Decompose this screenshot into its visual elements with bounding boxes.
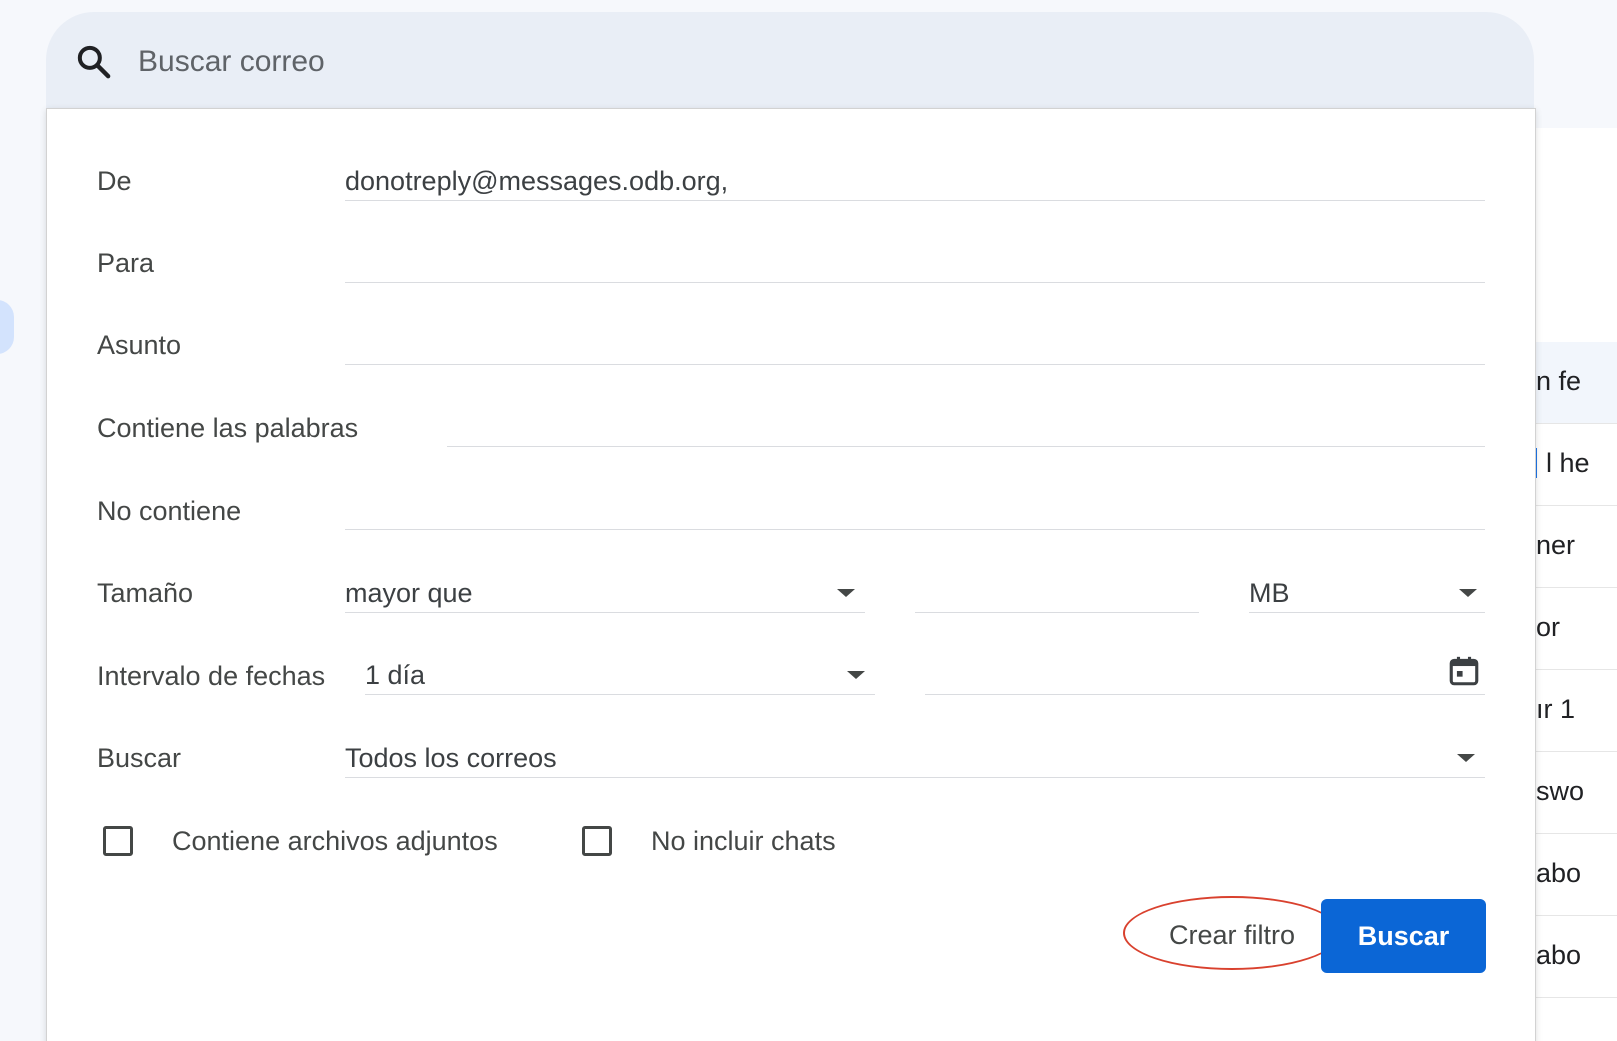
date-within-select[interactable]: 1 día — [365, 655, 875, 695]
list-item-text: l he — [1546, 448, 1590, 478]
size-unit-value[interactable]: MB — [1249, 575, 1290, 611]
list-item: abo — [1534, 916, 1617, 998]
search-placeholder[interactable]: Buscar correo — [138, 40, 325, 84]
chevron-down-icon[interactable] — [1457, 754, 1475, 762]
subject-label: Asunto — [97, 330, 182, 360]
subject-field[interactable] — [345, 325, 1485, 365]
list-item-text: ır 1 — [1536, 694, 1576, 724]
doesnt-have-field[interactable] — [345, 490, 1485, 530]
list-item: abo — [1534, 834, 1617, 916]
nav-active-pill — [0, 300, 14, 354]
list-item-text: abo — [1536, 940, 1582, 970]
create-filter-button[interactable]: Crear filtro — [1123, 896, 1341, 970]
list-item-text: swo — [1536, 776, 1585, 806]
to-field[interactable] — [345, 243, 1485, 283]
size-amount-field[interactable] — [915, 573, 1199, 613]
list-item: or — [1534, 588, 1617, 670]
list-item: l he — [1534, 424, 1617, 506]
list-item: ner — [1534, 506, 1617, 588]
search-in-label: Buscar — [97, 743, 182, 773]
chevron-down-icon[interactable] — [847, 671, 865, 679]
search-bar[interactable]: Buscar correo — [46, 12, 1534, 110]
has-words-label: Contiene las palabras — [97, 413, 359, 443]
date-field[interactable] — [925, 655, 1485, 695]
advanced-search-panel: De donotreply@messages.odb.org, Para Asu… — [46, 108, 1536, 1041]
exclude-chats-checkbox[interactable] — [582, 826, 612, 856]
list-item: swo — [1534, 752, 1617, 834]
size-label: Tamaño — [97, 578, 194, 608]
size-operator-value[interactable]: mayor que — [345, 575, 473, 611]
search-in-value[interactable]: Todos los correos — [345, 740, 557, 776]
chevron-down-icon[interactable] — [837, 589, 855, 597]
to-label: Para — [97, 248, 155, 278]
exclude-chats-label[interactable]: No incluir chats — [651, 823, 836, 859]
list-item-text: ner — [1536, 530, 1576, 560]
list-item-text: n fe — [1536, 366, 1582, 396]
list-item: ır 1 — [1534, 670, 1617, 752]
doesnt-have-label: No contiene — [97, 496, 242, 526]
from-value[interactable]: donotreply@messages.odb.org, — [345, 163, 728, 199]
search-button[interactable]: Buscar — [1321, 899, 1486, 973]
list-item-text: or — [1536, 612, 1561, 642]
has-attachment-label[interactable]: Contiene archivos adjuntos — [172, 823, 498, 859]
size-operator-select[interactable]: mayor que — [345, 573, 865, 613]
email-list-background: n fe l he ner or ır 1 swo abo abo — [1534, 128, 1617, 1041]
date-within-value[interactable]: 1 día — [365, 657, 425, 693]
date-within-label: Intervalo de fechas — [97, 661, 326, 691]
has-attachment-checkbox[interactable] — [103, 826, 133, 856]
search-in-select[interactable]: Todos los correos — [345, 738, 1485, 778]
search-icon[interactable] — [74, 42, 114, 82]
list-item-text: abo — [1536, 858, 1582, 888]
from-label: De — [97, 166, 132, 196]
size-unit-select[interactable]: MB — [1249, 573, 1485, 613]
has-words-field[interactable] — [447, 407, 1485, 447]
list-item: n fe — [1534, 342, 1617, 424]
chevron-down-icon[interactable] — [1459, 589, 1477, 597]
from-field[interactable]: donotreply@messages.odb.org, — [345, 161, 1485, 201]
calendar-icon[interactable] — [1447, 653, 1481, 689]
